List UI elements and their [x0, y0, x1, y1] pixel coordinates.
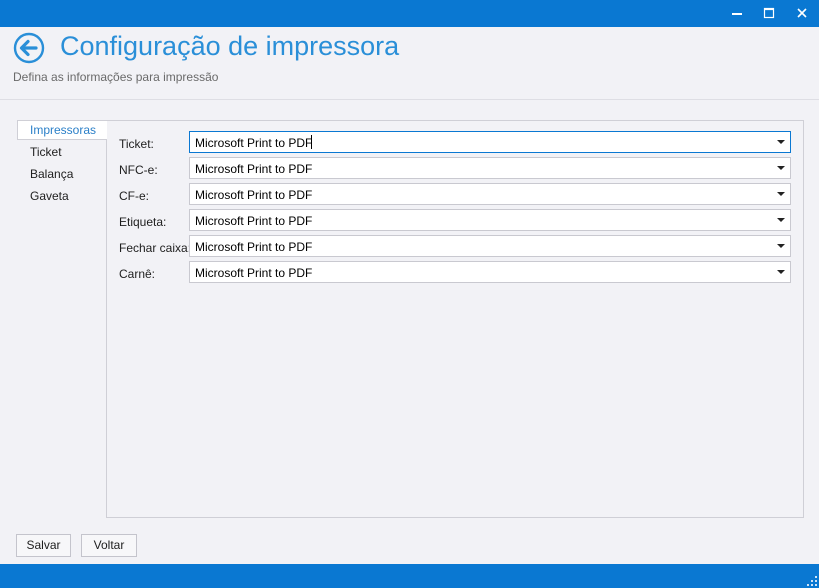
- nav-item-impressoras[interactable]: Impressoras: [17, 120, 107, 140]
- printers-panel: [106, 120, 804, 518]
- resize-grip-icon[interactable]: [807, 576, 817, 586]
- chevron-down-icon: [777, 244, 785, 248]
- carne-label: Carnê:: [119, 267, 156, 281]
- etiqueta-label: Etiqueta:: [119, 215, 167, 229]
- carne-printer-select[interactable]: Microsoft Print to PDF: [189, 261, 791, 283]
- page-title: Configuração de impressora: [60, 31, 400, 61]
- cfe-label: CF-e:: [119, 189, 149, 203]
- carne-printer-value: Microsoft Print to PDF: [195, 266, 313, 280]
- etiqueta-printer-select[interactable]: Microsoft Print to PDF: [189, 209, 791, 231]
- ticket-printer-value: Microsoft Print to PDF: [195, 136, 313, 150]
- title-bar: [0, 0, 819, 27]
- maximize-button[interactable]: [752, 0, 786, 27]
- fechar-caixa-printer-value: Microsoft Print to PDF: [195, 240, 313, 254]
- nfce-label: NFC-e:: [119, 163, 158, 177]
- page-header: Configuração de impressora Defina as inf…: [0, 27, 819, 100]
- nav-item-ticket[interactable]: Ticket: [17, 142, 107, 162]
- fechar-caixa-label: Fechar caixa:: [119, 241, 192, 255]
- arrow-left-circle-icon: [13, 32, 45, 64]
- ticket-printer-select[interactable]: Microsoft Print to PDF: [189, 131, 791, 153]
- back-button[interactable]: Voltar: [81, 534, 137, 557]
- chevron-down-icon: [777, 270, 785, 274]
- minimize-button[interactable]: [720, 0, 754, 27]
- back-arrow-button[interactable]: [13, 32, 45, 64]
- fechar-caixa-printer-select[interactable]: Microsoft Print to PDF: [189, 235, 791, 257]
- cfe-printer-value: Microsoft Print to PDF: [195, 188, 313, 202]
- save-button[interactable]: Salvar: [16, 534, 71, 557]
- status-bar: [0, 564, 819, 588]
- close-button[interactable]: [785, 0, 819, 27]
- page-subtitle: Defina as informações para impressão: [13, 70, 219, 84]
- chevron-down-icon: [777, 166, 785, 170]
- chevron-down-icon: [777, 218, 785, 222]
- chevron-down-icon: [777, 192, 785, 196]
- cfe-printer-select[interactable]: Microsoft Print to PDF: [189, 183, 791, 205]
- text-caret: [311, 135, 312, 149]
- nav-item-balanca[interactable]: Balança: [17, 164, 107, 184]
- chevron-down-icon: [777, 140, 785, 144]
- nav-item-gaveta[interactable]: Gaveta: [17, 186, 107, 206]
- etiqueta-printer-value: Microsoft Print to PDF: [195, 214, 313, 228]
- maximize-icon: [763, 7, 775, 19]
- nfce-printer-select[interactable]: Microsoft Print to PDF: [189, 157, 791, 179]
- minimize-icon: [732, 13, 742, 15]
- close-icon: [797, 8, 807, 18]
- nfce-printer-value: Microsoft Print to PDF: [195, 162, 313, 176]
- ticket-label: Ticket:: [119, 137, 154, 151]
